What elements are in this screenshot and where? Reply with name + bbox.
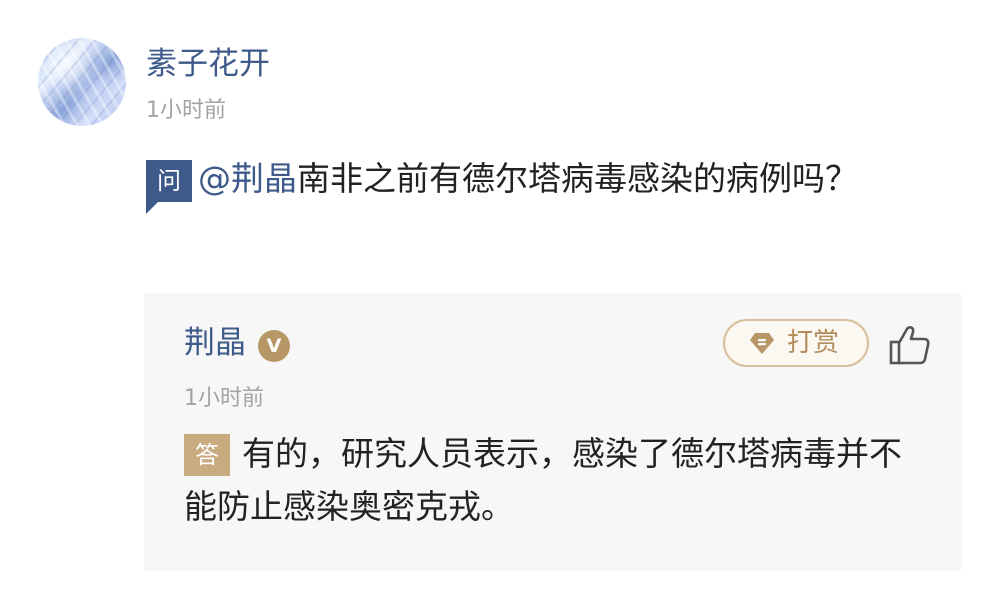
post-time: 1小时前 [146, 98, 226, 123]
answer-badge: 答 [184, 434, 230, 476]
question-text: 问 @荆晶南非之前有德尔塔病毒感染的病例吗？ [146, 152, 886, 214]
verified-icon: V [258, 330, 290, 362]
answer-card: 荆晶 V 打赏 1小时前 答有的，研究人员表示，感染了德尔塔病毒并不能防止感染奥… [144, 293, 962, 571]
mention-link[interactable]: @荆晶 [198, 159, 297, 198]
answer-time: 1小时前 [184, 386, 264, 411]
reward-label: 打赏 [787, 328, 840, 358]
answer-body: 有的，研究人员表示，感染了德尔塔病毒并不能防止感染奥密克戎。 [184, 434, 902, 526]
username[interactable]: 素子花开 [146, 44, 270, 84]
answer-text: 答有的，研究人员表示，感染了德尔塔病毒并不能防止感染奥密克戎。 [184, 427, 924, 533]
avatar[interactable] [38, 38, 126, 126]
question-body: 南非之前有德尔塔病毒感染的病例吗？ [297, 159, 858, 198]
question-badge: 问 [146, 160, 192, 214]
answerer-name[interactable]: 荆晶 [184, 323, 246, 363]
diamond-icon [750, 333, 774, 354]
reward-button[interactable]: 打赏 [723, 319, 869, 367]
thumbs-up-icon[interactable] [889, 325, 931, 365]
